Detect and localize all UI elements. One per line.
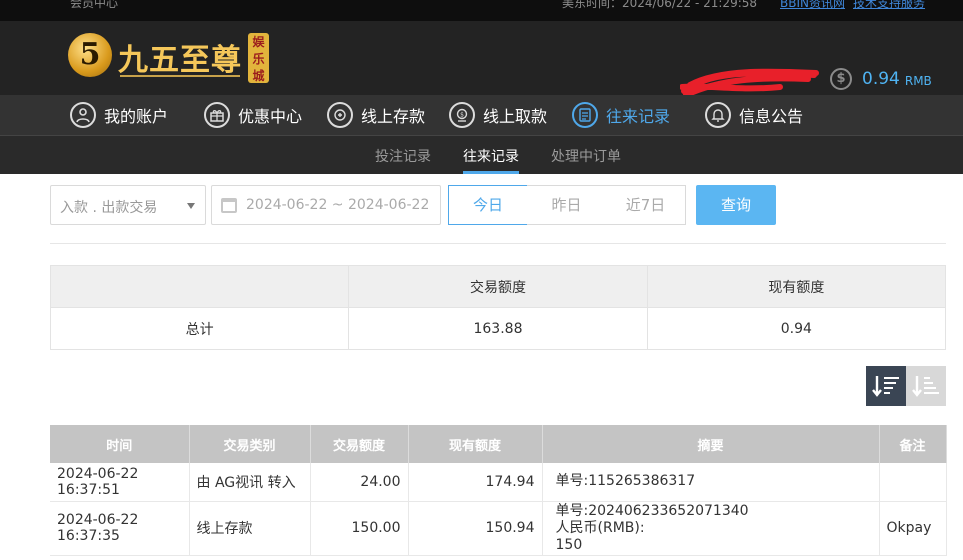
memo-line: 150 bbox=[555, 536, 583, 553]
cell-memo: 单号:115265386317 bbox=[542, 463, 880, 502]
bbin-news-link[interactable]: BBIN资讯网 bbox=[780, 0, 845, 11]
bell-icon bbox=[705, 102, 731, 128]
logo-badge-icon: 5 bbox=[68, 33, 112, 77]
col-header-category: 交易类别 bbox=[189, 425, 311, 463]
brand-name: 九五至尊 bbox=[118, 43, 242, 78]
table-row: 2024-06-22 16:37:35 线上存款 150.00 150.94 单… bbox=[50, 501, 947, 556]
sort-descending-icon bbox=[872, 376, 899, 397]
account-balance: $ 0.94 RMB bbox=[830, 67, 932, 91]
summary-header-cell: 交易额度 bbox=[348, 265, 648, 308]
nav-promotions[interactable]: 优惠中心 bbox=[204, 101, 302, 129]
member-center-link[interactable]: 会员中心 bbox=[70, 0, 118, 11]
cell-time: 2024-06-22 16:37:51 bbox=[50, 463, 190, 502]
withdraw-icon: $ bbox=[449, 102, 475, 128]
memo-line: 单号:115265386317 bbox=[555, 473, 696, 490]
quick-7days-button[interactable]: 近7日 bbox=[606, 185, 686, 225]
cell-note: Okpay bbox=[879, 501, 947, 556]
col-header-note: 备注 bbox=[879, 425, 947, 463]
balance-amount: 0.94 bbox=[862, 69, 900, 89]
cell-note bbox=[879, 463, 947, 502]
nav-label: 优惠中心 bbox=[238, 107, 303, 126]
balance-currency: RMB bbox=[904, 73, 932, 88]
deposit-icon bbox=[327, 102, 353, 128]
eastern-time-clock: 美东时间：2024/06/22 - 21:29:58 bbox=[562, 0, 758, 10]
summary-current-balance: 0.94 bbox=[646, 307, 947, 350]
cell-amount: 24.00 bbox=[310, 463, 409, 502]
col-header-balance: 现有额度 bbox=[408, 425, 543, 463]
summary-total-row: 总计 163.88 0.94 bbox=[49, 307, 947, 350]
search-button[interactable]: 查询 bbox=[696, 185, 776, 225]
summary-header-cell bbox=[49, 265, 350, 308]
user-icon bbox=[70, 102, 96, 128]
nav-online-withdraw[interactable]: $ 线上取款 bbox=[449, 101, 547, 129]
memo-line: 人民币(RMB): bbox=[555, 519, 645, 536]
subnav-pending-orders[interactable]: 处理中订单 bbox=[551, 146, 621, 166]
logo-seal: 娱 乐 城 bbox=[248, 33, 269, 83]
nav-label: 线上存款 bbox=[361, 107, 426, 126]
sort-descending-button[interactable] bbox=[866, 366, 906, 406]
subnav-transaction-records[interactable]: 往来记录 bbox=[463, 146, 519, 166]
logo-underline bbox=[120, 75, 240, 77]
transaction-type-value: 入款 . 出款交易 bbox=[60, 200, 158, 216]
nav-label: 线上取款 bbox=[483, 107, 548, 126]
date-range-picker[interactable]: 2024-06-22 ~ 2024-06-22 bbox=[211, 185, 441, 225]
gift-icon bbox=[204, 102, 230, 128]
cell-memo: 单号:202406233652071340 人民币(RMB): 150 bbox=[542, 501, 880, 556]
col-header-memo: 摘要 bbox=[542, 425, 880, 463]
active-tab-underline bbox=[463, 171, 519, 174]
calendar-icon bbox=[221, 198, 237, 213]
cell-category: 线上存款 bbox=[189, 501, 311, 556]
col-header-amount: 交易额度 bbox=[310, 425, 409, 463]
nav-online-deposit[interactable]: 线上存款 bbox=[327, 101, 425, 129]
col-header-time: 时间 bbox=[50, 425, 190, 463]
summary-table: 交易额度 现有额度 总计 163.88 0.94 bbox=[49, 265, 947, 350]
nav-label: 往来记录 bbox=[606, 107, 671, 126]
cell-balance: 150.94 bbox=[408, 501, 543, 556]
quick-yesterday-button[interactable]: 昨日 bbox=[527, 185, 607, 225]
sub-nav: 投注记录 往来记录 处理中订单 bbox=[0, 136, 963, 174]
records-header-row: 时间 交易类别 交易额度 现有额度 摘要 备注 bbox=[50, 425, 947, 463]
summary-header-row: 交易额度 现有额度 bbox=[49, 265, 947, 308]
site-header: 5 九五至尊 娱 乐 城 $ 0.94 RMB bbox=[0, 21, 963, 98]
subnav-bet-records[interactable]: 投注记录 bbox=[375, 146, 431, 166]
cell-balance: 174.94 bbox=[408, 463, 543, 502]
tech-support-link[interactable]: 技术支持服务 bbox=[853, 0, 925, 11]
records-icon bbox=[572, 102, 598, 128]
cell-time: 2024-06-22 16:37:35 bbox=[50, 501, 190, 556]
date-range-value: 2024-06-22 ~ 2024-06-22 bbox=[246, 197, 430, 213]
dollar-coin-icon: $ bbox=[830, 68, 852, 90]
quick-today-button[interactable]: 今日 bbox=[448, 185, 528, 225]
cell-category: 由 AG视讯 转入 bbox=[189, 463, 311, 502]
main-nav: 我的账户 优惠中心 线上存款 $ 线上取款 往来记录 信息公告 bbox=[0, 95, 963, 136]
nav-announcements[interactable]: 信息公告 bbox=[705, 101, 803, 129]
transaction-type-select[interactable]: 入款 . 出款交易 bbox=[50, 185, 206, 225]
sort-ascending-button[interactable] bbox=[906, 366, 946, 406]
memo-line: 单号:202406233652071340 bbox=[555, 502, 749, 519]
summary-transaction-total: 163.88 bbox=[348, 307, 648, 350]
top-utility-bar: 会员中心 美东时间：2024/06/22 - 21:29:58 BBIN资讯网 … bbox=[0, 0, 963, 21]
nav-label: 信息公告 bbox=[739, 107, 804, 126]
records-table: 时间 交易类别 交易额度 现有额度 摘要 备注 2024-06-22 16:37… bbox=[50, 425, 947, 556]
nav-transaction-records[interactable]: 往来记录 bbox=[572, 101, 670, 129]
table-row: 2024-06-22 16:37:51 由 AG视讯 转入 24.00 174.… bbox=[50, 463, 947, 502]
divider bbox=[50, 243, 946, 244]
cell-amount: 150.00 bbox=[310, 501, 409, 556]
nav-label: 我的账户 bbox=[104, 107, 169, 126]
summary-total-label: 总计 bbox=[49, 307, 350, 350]
sort-ascending-icon bbox=[912, 376, 939, 397]
svg-text:$: $ bbox=[460, 112, 464, 119]
summary-header-cell: 现有额度 bbox=[646, 265, 947, 308]
chevron-down-icon bbox=[187, 203, 195, 209]
nav-my-account[interactable]: 我的账户 bbox=[70, 101, 168, 129]
